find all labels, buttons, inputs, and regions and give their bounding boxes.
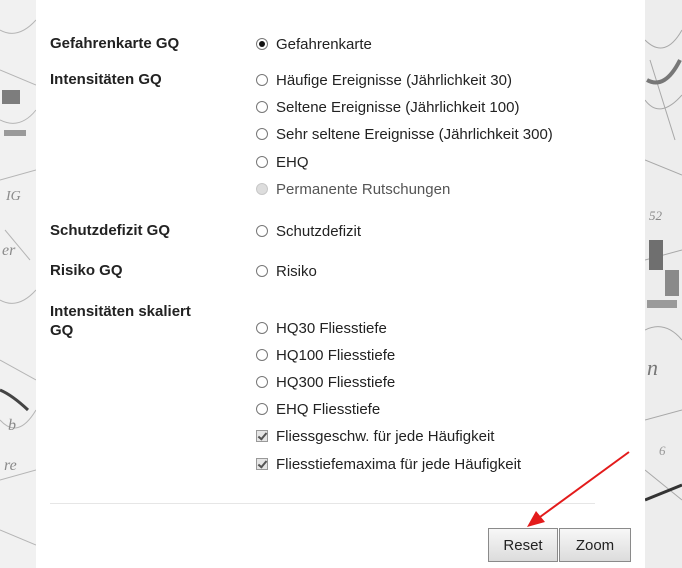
reset-button[interactable]: Reset: [488, 528, 558, 562]
map-background-right: 52 n 6: [645, 0, 682, 568]
category-skaliert-label-line2: GQ: [50, 322, 74, 339]
option-sehr-seltene-ereignisse[interactable]: Sehr seltene Ereignisse (Jährlichkeit 30…: [256, 124, 553, 144]
option-haeufige-ereignisse[interactable]: Häufige Ereignisse (Jährlichkeit 30): [256, 70, 512, 90]
option-permanente-rutschungen: Permanente Rutschungen: [256, 179, 450, 199]
option-schutzdefizit-label: Schutzdefizit: [276, 222, 362, 240]
option-fliesstiefemaxima-label: Fliesstiefemaxima für jede Häufigkeit: [276, 455, 522, 473]
category-risiko-label: Risiko GQ: [50, 262, 123, 279]
option-fliessgeschw[interactable]: Fliessgeschw. für jede Häufigkeit: [256, 426, 494, 446]
radio-schutzdefizit[interactable]: [256, 225, 268, 237]
zoom-button[interactable]: Zoom: [559, 528, 631, 562]
option-hq30-fliesstiefe-label: HQ30 Fliesstiefe: [276, 319, 387, 337]
layer-selection-panel: Gefahrenkarte GQ Intensitäten GQ Schutzd…: [36, 0, 645, 568]
category-skaliert-label: Intensitäten skaliert GQ: [50, 302, 191, 340]
option-risiko[interactable]: Risiko: [256, 261, 317, 281]
option-hq30-fliesstiefe[interactable]: HQ30 Fliesstiefe: [256, 318, 387, 338]
option-ehq[interactable]: EHQ: [256, 152, 309, 172]
checkbox-fliessgeschw[interactable]: [256, 430, 268, 442]
radio-ehq[interactable]: [256, 156, 268, 168]
option-haeufige-ereignisse-label: Häufige Ereignisse (Jährlichkeit 30): [276, 71, 512, 89]
option-permanente-rutschungen-label: Permanente Rutschungen: [276, 180, 451, 198]
category-skaliert-label-line1: Intensitäten skaliert: [50, 303, 191, 320]
svg-text:6: 6: [659, 443, 666, 458]
option-seltene-ereignisse[interactable]: Seltene Ereignisse (Jährlichkeit 100): [256, 97, 519, 117]
radio-sehr-seltene-ereignisse[interactable]: [256, 128, 268, 140]
radio-hq30-fliesstiefe[interactable]: [256, 322, 268, 334]
option-risiko-label: Risiko: [276, 262, 317, 280]
option-ehq-fliesstiefe[interactable]: EHQ Fliesstiefe: [256, 399, 380, 419]
radio-risiko[interactable]: [256, 265, 268, 277]
radio-permanente-rutschungen: [256, 183, 268, 195]
section-divider: [50, 503, 595, 504]
option-fliessgeschw-label: Fliessgeschw. für jede Häufigkeit: [276, 427, 495, 445]
option-schutzdefizit[interactable]: Schutzdefizit: [256, 221, 361, 241]
option-gefahrenkarte-label: Gefahrenkarte: [276, 35, 372, 53]
option-hq100-fliesstiefe[interactable]: HQ100 Fliesstiefe: [256, 345, 395, 365]
option-fliesstiefemaxima[interactable]: Fliesstiefemaxima für jede Häufigkeit: [256, 454, 521, 474]
radio-gefahrenkarte[interactable]: [256, 38, 268, 50]
svg-text:re: re: [4, 457, 17, 474]
map-background-left: IG er b re: [0, 0, 36, 568]
option-hq100-fliesstiefe-label: HQ100 Fliesstiefe: [276, 346, 396, 364]
option-gefahrenkarte[interactable]: Gefahrenkarte: [256, 34, 372, 54]
checkbox-fliesstiefemaxima[interactable]: [256, 458, 268, 470]
radio-hq300-fliesstiefe[interactable]: [256, 376, 268, 388]
category-schutzdefizit-label: Schutzdefizit GQ: [50, 222, 170, 239]
svg-text:IG: IG: [5, 189, 21, 204]
svg-text:n: n: [647, 355, 658, 380]
radio-haeufige-ereignisse[interactable]: [256, 74, 268, 86]
option-ehq-label: EHQ: [276, 153, 309, 171]
svg-text:b: b: [8, 417, 16, 434]
radio-ehq-fliesstiefe[interactable]: [256, 403, 268, 415]
option-seltene-ereignisse-label: Seltene Ereignisse (Jährlichkeit 100): [276, 98, 520, 116]
radio-seltene-ereignisse[interactable]: [256, 101, 268, 113]
radio-hq100-fliesstiefe[interactable]: [256, 349, 268, 361]
option-hq300-fliesstiefe-label: HQ300 Fliesstiefe: [276, 373, 396, 391]
category-intensitaeten-label: Intensitäten GQ: [50, 71, 162, 88]
option-hq300-fliesstiefe[interactable]: HQ300 Fliesstiefe: [256, 372, 395, 392]
option-ehq-fliesstiefe-label: EHQ Fliesstiefe: [276, 400, 381, 418]
option-sehr-seltene-ereignisse-label: Sehr seltene Ereignisse (Jährlichkeit 30…: [276, 125, 553, 143]
svg-text:er: er: [2, 242, 16, 259]
svg-text:52: 52: [649, 208, 663, 223]
category-gefahrenkarte-label: Gefahrenkarte GQ: [50, 35, 180, 52]
